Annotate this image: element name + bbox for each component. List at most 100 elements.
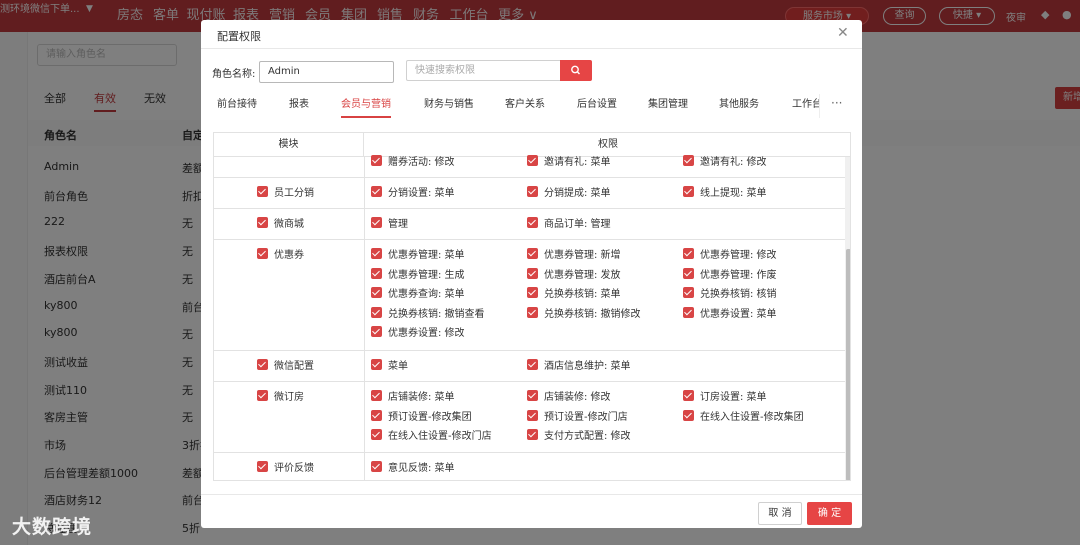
checkbox-checked-icon[interactable]: [371, 267, 382, 279]
checkbox-checked-icon[interactable]: [371, 461, 382, 472]
permission-checkbox[interactable]: 优惠券管理: 菜单: [371, 246, 465, 261]
module-checkbox[interactable]: 员工分销: [257, 184, 314, 199]
checkbox-checked-icon[interactable]: [527, 217, 538, 228]
role-name-label: 角色名称:: [212, 69, 256, 80]
permission-label: 优惠券管理: 作废: [700, 269, 777, 281]
checkbox-checked-icon[interactable]: [371, 155, 382, 166]
permission-checkbox[interactable]: 优惠券管理: 生成: [371, 266, 465, 281]
confirm-button[interactable]: 确 定: [807, 502, 852, 525]
tab-group-management[interactable]: 集团管理: [648, 94, 688, 116]
permission-checkbox[interactable]: 在线入住设置-修改集团: [683, 408, 804, 423]
checkbox-checked-icon[interactable]: [371, 429, 382, 440]
permission-checkbox[interactable]: 兑换券核销: 菜单: [527, 285, 621, 300]
permission-checkbox[interactable]: 酒店信息维护: 菜单: [527, 357, 631, 372]
checkbox-checked-icon[interactable]: [371, 306, 382, 318]
checkbox-checked-icon[interactable]: [683, 306, 694, 318]
checkbox-checked-icon[interactable]: [371, 326, 382, 337]
tab-front-desk[interactable]: 前台接待: [217, 94, 257, 116]
checkbox-checked-icon[interactable]: [371, 409, 382, 421]
permission-checkbox[interactable]: 店铺装修: 修改: [527, 388, 611, 403]
permission-checkbox[interactable]: 预订设置-修改门店: [527, 408, 628, 423]
tab-workbench[interactable]: 工作台: [792, 94, 819, 116]
permission-checkbox[interactable]: 优惠券设置: 修改: [371, 324, 465, 339]
checkbox-checked-icon[interactable]: [527, 186, 538, 197]
permission-checkbox[interactable]: 兑换券核销: 核销: [683, 285, 777, 300]
checkbox-checked-icon[interactable]: [257, 248, 268, 259]
checkbox-checked-icon[interactable]: [527, 359, 538, 370]
checkbox-checked-icon[interactable]: [527, 287, 538, 298]
permission-checkbox[interactable]: 预订设置-修改集团: [371, 408, 472, 423]
tab-reports[interactable]: 报表: [289, 94, 309, 116]
checkbox-checked-icon[interactable]: [527, 306, 538, 318]
checkbox-checked-icon[interactable]: [371, 390, 382, 401]
scrollbar[interactable]: [845, 157, 850, 480]
cancel-button[interactable]: 取 消: [758, 502, 802, 525]
permission-checkbox[interactable]: 订房设置: 菜单: [683, 388, 767, 403]
checkbox-checked-icon[interactable]: [683, 409, 694, 421]
module-checkbox[interactable]: 微订房: [257, 388, 304, 403]
checkbox-checked-icon[interactable]: [257, 186, 268, 197]
checkbox-checked-icon[interactable]: [371, 186, 382, 197]
permission-checkbox[interactable]: 优惠券设置: 菜单: [683, 305, 777, 320]
permission-label: 兑换券核销: 撤销修改: [544, 308, 641, 320]
permission-checkbox[interactable]: 在线入住设置-修改门店: [371, 427, 492, 442]
permission-checkbox[interactable]: 优惠券管理: 发放: [527, 266, 621, 281]
checkbox-checked-icon[interactable]: [683, 186, 694, 197]
permission-checkbox[interactable]: 优惠券管理: 修改: [683, 246, 777, 261]
module-checkbox[interactable]: 微商城: [257, 215, 304, 230]
checkbox-checked-icon[interactable]: [683, 267, 694, 279]
tab-members-marketing[interactable]: 会员与营销: [341, 94, 391, 118]
permission-checkbox[interactable]: 优惠券管理: 作废: [683, 266, 777, 281]
tab-backend-settings[interactable]: 后台设置: [577, 94, 617, 116]
checkbox-checked-icon[interactable]: [527, 409, 538, 421]
permission-checkbox[interactable]: 管理: [371, 215, 408, 230]
tab-finance-sales[interactable]: 财务与销售: [424, 94, 474, 116]
checkbox-checked-icon[interactable]: [527, 155, 538, 166]
checkbox-checked-icon[interactable]: [683, 287, 694, 298]
checkbox-checked-icon[interactable]: [527, 248, 538, 259]
permission-search-input[interactable]: 快速搜索权限: [406, 60, 561, 81]
permission-checkbox[interactable]: 店铺装修: 菜单: [371, 388, 455, 403]
checkbox-checked-icon[interactable]: [527, 267, 538, 279]
tab-other-services[interactable]: 其他服务: [719, 94, 759, 116]
checkbox-checked-icon[interactable]: [371, 359, 382, 370]
permission-checkbox[interactable]: 邀请有礼: 修改: [683, 153, 767, 168]
module-checkbox[interactable]: 优惠券: [257, 246, 304, 261]
permission-checkbox[interactable]: 兑换券核销: 撤销修改: [527, 305, 641, 320]
checkbox-checked-icon[interactable]: [683, 390, 694, 401]
tab-customer-relations[interactable]: 客户关系: [505, 94, 545, 116]
checkbox-checked-icon[interactable]: [683, 248, 694, 259]
permission-checkbox[interactable]: 线上提现: 菜单: [683, 184, 767, 199]
checkbox-checked-icon[interactable]: [257, 217, 268, 228]
permission-checkbox[interactable]: 优惠券查询: 菜单: [371, 285, 465, 300]
permission-checkbox[interactable]: 邀请有礼: 菜单: [527, 153, 611, 168]
permission-checkbox[interactable]: 优惠券管理: 新增: [527, 246, 621, 261]
checkbox-checked-icon[interactable]: [527, 429, 538, 440]
permission-checkbox[interactable]: 赠券活动: 修改: [371, 153, 455, 168]
permission-checkbox[interactable]: 兑换券核销: 撤销查看: [371, 305, 485, 320]
checkbox-checked-icon[interactable]: [527, 390, 538, 401]
close-icon[interactable]: ✕: [837, 25, 849, 41]
watermark: 大数跨境: [12, 516, 93, 538]
checkbox-checked-icon[interactable]: [371, 217, 382, 228]
checkbox-checked-icon[interactable]: [371, 287, 382, 298]
permission-checkbox[interactable]: 分销设置: 菜单: [371, 184, 455, 199]
search-button[interactable]: [560, 60, 592, 81]
checkbox-checked-icon[interactable]: [257, 359, 268, 370]
module-checkbox[interactable]: 微信配置: [257, 357, 314, 372]
checkbox-checked-icon[interactable]: [371, 248, 382, 259]
permission-checkbox[interactable]: 分销提成: 菜单: [527, 184, 611, 199]
permission-checkbox[interactable]: 商品订单: 管理: [527, 215, 611, 230]
more-tabs-icon[interactable]: ···: [831, 92, 842, 114]
scrollbar-thumb[interactable]: [846, 249, 850, 480]
permission-label: 优惠券管理: 菜单: [388, 250, 465, 261]
checkbox-checked-icon[interactable]: [257, 461, 268, 472]
permission-checkbox[interactable]: 支付方式配置: 修改: [527, 427, 631, 442]
checkbox-checked-icon[interactable]: [257, 390, 268, 401]
checkbox-checked-icon[interactable]: [683, 155, 694, 166]
permission-label: 菜单: [388, 361, 408, 372]
permission-checkbox[interactable]: 意见反馈: 菜单: [371, 459, 455, 474]
module-checkbox[interactable]: 评价反馈: [257, 459, 314, 474]
role-name-input[interactable]: Admin: [259, 61, 394, 83]
permission-checkbox[interactable]: 菜单: [371, 357, 408, 372]
